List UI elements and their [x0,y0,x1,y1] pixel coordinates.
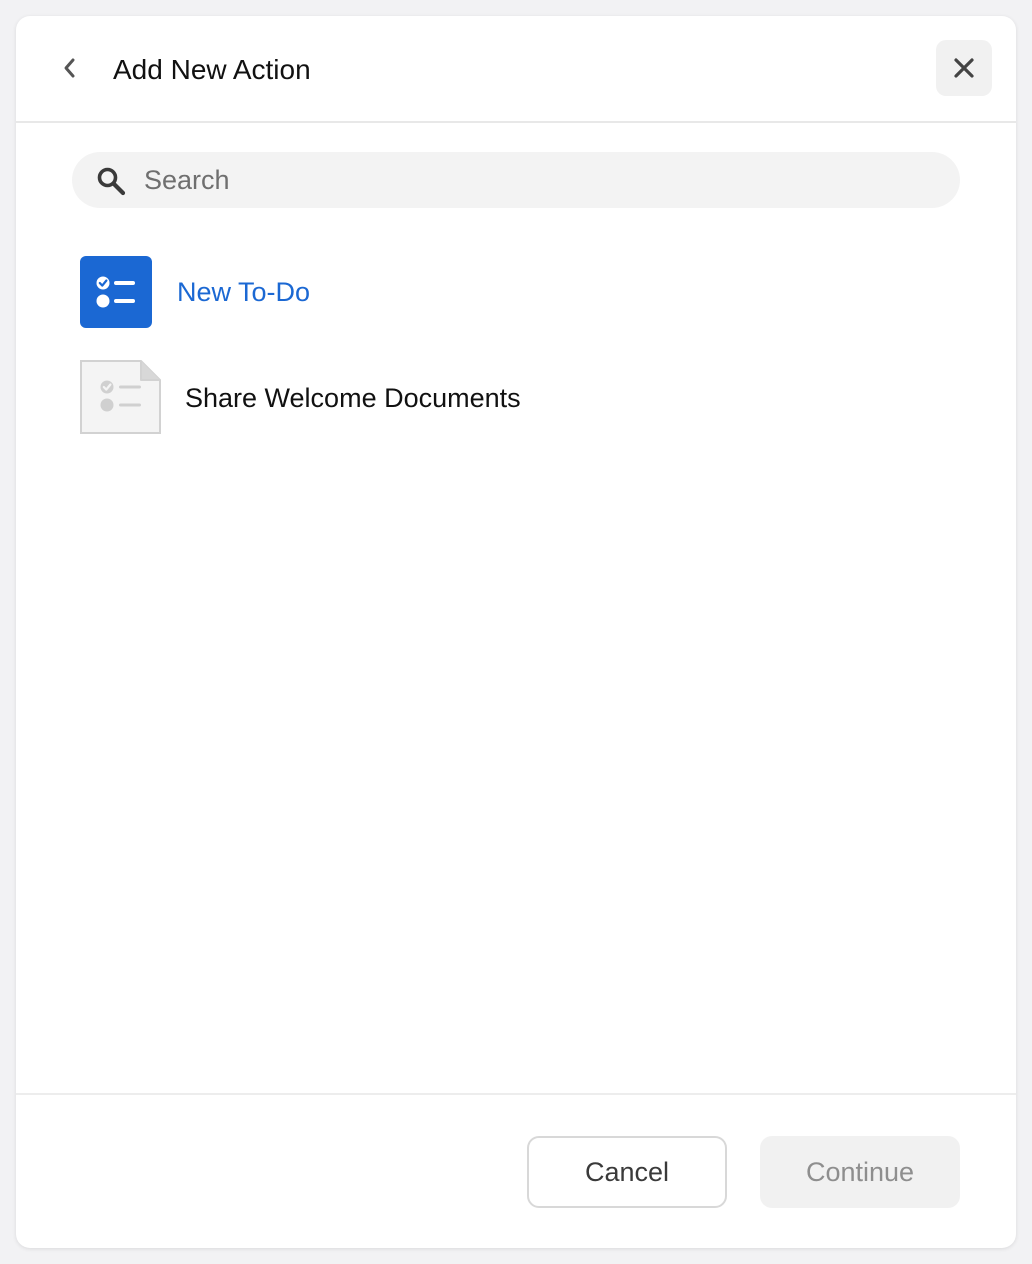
search-icon [97,167,126,196]
add-new-action-dialog: Add New Action New To-Do [16,16,1016,1248]
action-item-new-todo[interactable]: New To-Do [72,256,960,328]
close-icon [954,58,974,78]
footer-divider [16,1093,1016,1095]
close-button[interactable] [936,40,992,96]
action-item-share-welcome-documents[interactable]: Share Welcome Documents [72,358,960,434]
search-input[interactable] [144,152,934,208]
continue-button[interactable]: Continue [760,1136,960,1208]
chevron-left-icon [64,58,75,78]
back-button[interactable] [52,50,88,86]
todo-list-icon [80,256,152,328]
dialog-header: Add New Action [16,16,1016,123]
document-checklist-icon [80,360,162,434]
dialog-title: Add New Action [113,54,311,85]
search-bar [72,152,960,208]
action-label: New To-Do [177,277,311,307]
action-label: Share Welcome Documents [185,383,521,413]
cancel-button[interactable]: Cancel [527,1136,727,1208]
